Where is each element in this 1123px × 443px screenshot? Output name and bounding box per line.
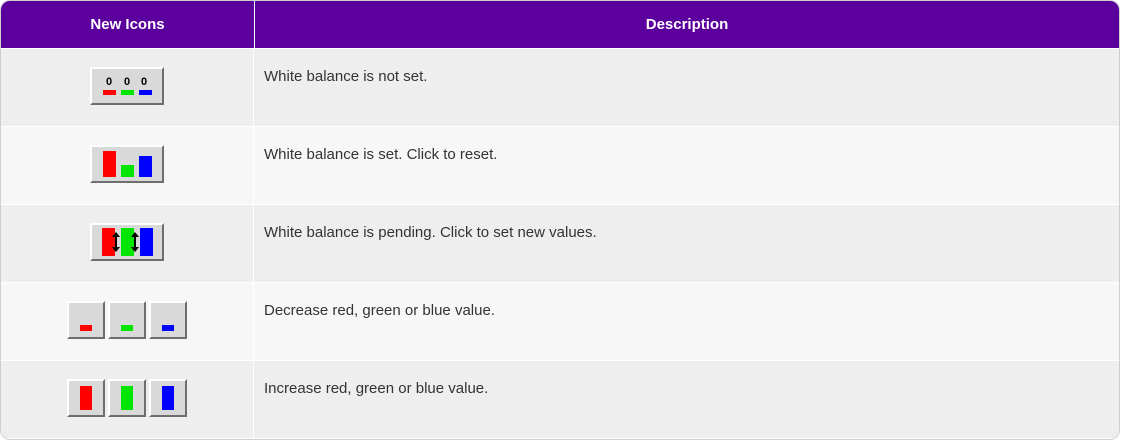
icon-cell [1, 283, 254, 360]
white-balance-pending-icon[interactable] [90, 223, 164, 261]
icon-cell [1, 205, 254, 282]
increase-blue-icon[interactable] [149, 379, 187, 417]
red-bar [80, 386, 92, 410]
up-down-arrow-icon [112, 232, 120, 252]
decrease-blue-icon[interactable] [149, 301, 187, 339]
red-zero-label: 0 [106, 76, 113, 88]
decrease-rgb-icons [67, 301, 187, 339]
icon-cell [1, 127, 254, 204]
icon-cell [1, 361, 254, 438]
green-zero-label: 0 [124, 76, 131, 88]
blue-bar [139, 90, 152, 95]
row-description: White balance is set. Click to reset. [264, 146, 498, 163]
blue-bar [162, 386, 174, 410]
row-description: Increase red, green or blue value. [264, 380, 489, 397]
icon-cell: 0 0 0 [1, 49, 254, 126]
red-bar [103, 151, 116, 177]
increase-rgb-icons [67, 379, 187, 417]
blue-bar [162, 325, 174, 331]
table-row: Increase red, green or blue value. [1, 360, 1119, 438]
red-bar [80, 325, 92, 331]
header-new-icons: New Icons [90, 16, 165, 33]
increase-green-icon[interactable] [108, 379, 146, 417]
table-row: White balance is pending. Click to set n… [1, 204, 1119, 282]
blue-zero-label: 0 [141, 76, 148, 88]
increase-red-icon[interactable] [67, 379, 105, 417]
green-bar [121, 90, 134, 95]
green-bar [121, 386, 133, 410]
blue-bar [139, 156, 152, 177]
green-bar [121, 325, 133, 331]
table-row: Decrease red, green or blue value. [1, 282, 1119, 360]
header-description: Description [254, 1, 1119, 48]
row-description: White balance is not set. [264, 68, 428, 85]
icons-table: New Icons Description 0 0 0 White balanc… [0, 0, 1120, 440]
white-balance-not-set-icon[interactable]: 0 0 0 [90, 67, 164, 105]
green-bar [121, 165, 134, 177]
decrease-red-icon[interactable] [67, 301, 105, 339]
white-balance-set-icon[interactable] [90, 145, 164, 183]
up-down-arrow-icon [131, 232, 139, 252]
blue-bar [140, 228, 153, 256]
row-description: Decrease red, green or blue value. [264, 302, 495, 319]
row-description: White balance is pending. Click to set n… [264, 224, 597, 241]
red-bar [103, 90, 116, 95]
decrease-green-icon[interactable] [108, 301, 146, 339]
table-header: New Icons Description [1, 1, 1119, 48]
table-row: 0 0 0 White balance is not set. [1, 48, 1119, 126]
table-row: White balance is set. Click to reset. [1, 126, 1119, 204]
